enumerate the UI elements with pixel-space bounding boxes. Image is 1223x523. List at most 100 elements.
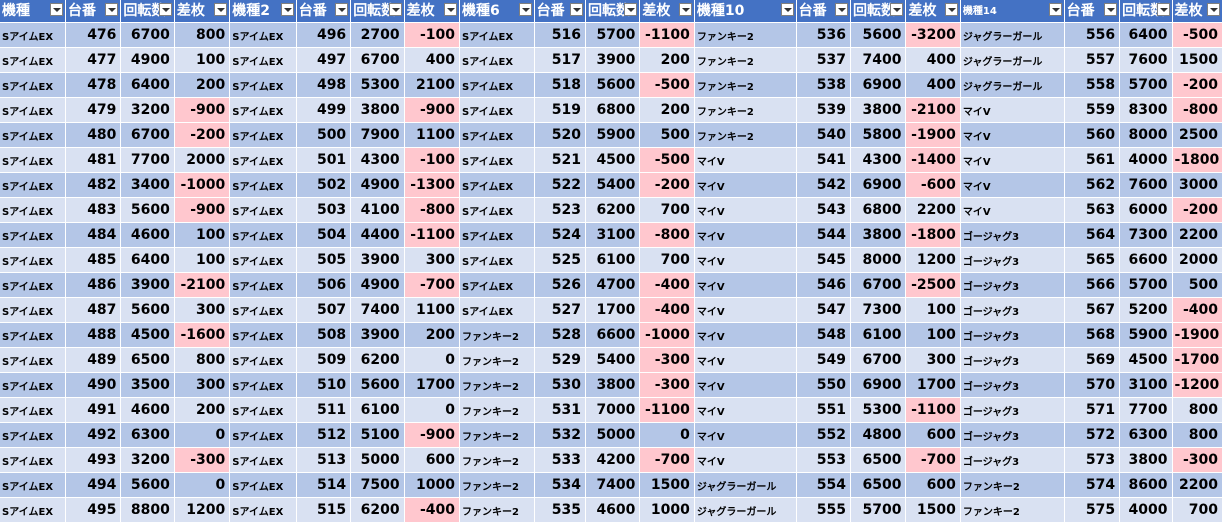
- table-cell[interactable]: 534: [534, 472, 586, 498]
- table-cell[interactable]: -1900: [1172, 322, 1223, 348]
- table-cell[interactable]: 558: [1064, 72, 1121, 98]
- table-cell[interactable]: 1100: [404, 122, 461, 148]
- table-cell[interactable]: ファンキー2: [459, 347, 535, 373]
- table-cell[interactable]: SアイムEX: [459, 72, 535, 98]
- column-header[interactable]: 回転数: [120, 0, 175, 23]
- table-cell[interactable]: SアイムEX: [229, 372, 297, 398]
- table-cell[interactable]: 5600: [350, 372, 405, 398]
- table-cell[interactable]: 0: [174, 422, 231, 448]
- table-cell[interactable]: SアイムEX: [0, 97, 66, 123]
- table-cell[interactable]: 5700: [585, 22, 641, 48]
- table-cell[interactable]: 8800: [120, 497, 175, 523]
- dropdown-filter-icon[interactable]: [1156, 3, 1170, 16]
- table-cell[interactable]: 3000: [1172, 172, 1223, 198]
- table-cell[interactable]: -200: [639, 172, 695, 198]
- table-cell[interactable]: 100: [174, 247, 231, 273]
- table-cell[interactable]: 563: [1064, 197, 1121, 223]
- table-cell[interactable]: マイV: [694, 447, 797, 473]
- column-header[interactable]: 機種: [0, 0, 66, 23]
- dropdown-filter-icon[interactable]: [50, 3, 63, 16]
- table-cell[interactable]: ファンキー2: [459, 397, 535, 423]
- table-cell[interactable]: 4200: [585, 447, 641, 473]
- table-cell[interactable]: 510: [296, 372, 352, 398]
- table-cell[interactable]: 6700: [350, 47, 405, 73]
- table-cell[interactable]: 7600: [1119, 172, 1173, 198]
- table-cell[interactable]: 2000: [174, 147, 231, 173]
- table-cell[interactable]: SアイムEX: [459, 147, 535, 173]
- table-cell[interactable]: 6400: [1119, 22, 1173, 48]
- table-cell[interactable]: -300: [639, 347, 695, 373]
- table-cell[interactable]: 5600: [120, 197, 175, 223]
- dropdown-filter-icon[interactable]: [1104, 3, 1118, 16]
- table-cell[interactable]: ファンキー2: [459, 422, 535, 448]
- dropdown-filter-icon[interactable]: [1207, 3, 1220, 16]
- table-cell[interactable]: SアイムEX: [459, 222, 535, 248]
- table-cell[interactable]: 6500: [120, 347, 175, 373]
- table-cell[interactable]: 0: [404, 397, 461, 423]
- table-cell[interactable]: 488: [65, 322, 122, 348]
- table-cell[interactable]: 545: [796, 247, 852, 273]
- dropdown-filter-icon[interactable]: [780, 3, 794, 16]
- table-cell[interactable]: マイV: [694, 197, 797, 223]
- table-cell[interactable]: 4000: [1119, 497, 1173, 523]
- table-cell[interactable]: -900: [174, 197, 231, 223]
- table-cell[interactable]: SアイムEX: [0, 247, 66, 273]
- table-cell[interactable]: 554: [796, 472, 852, 498]
- table-cell[interactable]: 497: [296, 47, 352, 73]
- table-cell[interactable]: 516: [534, 22, 586, 48]
- table-cell[interactable]: 529: [534, 347, 586, 373]
- table-cell[interactable]: ファンキー2: [694, 122, 797, 148]
- table-cell[interactable]: 1500: [639, 472, 695, 498]
- table-cell[interactable]: SアイムEX: [0, 372, 66, 398]
- table-cell[interactable]: 8000: [1119, 122, 1173, 148]
- table-cell[interactable]: 700: [639, 247, 695, 273]
- table-cell[interactable]: -500: [639, 72, 695, 98]
- table-cell[interactable]: 3500: [120, 372, 175, 398]
- table-cell[interactable]: -100: [404, 147, 461, 173]
- table-cell[interactable]: SアイムEX: [0, 72, 66, 98]
- table-cell[interactable]: 3800: [850, 222, 907, 248]
- table-cell[interactable]: ファンキー2: [694, 72, 797, 98]
- table-cell[interactable]: 2100: [404, 72, 461, 98]
- table-cell[interactable]: -300: [1172, 447, 1223, 473]
- table-cell[interactable]: -1000: [174, 172, 231, 198]
- table-cell[interactable]: 511: [296, 397, 352, 423]
- table-cell[interactable]: 6700: [850, 272, 907, 298]
- table-cell[interactable]: 0: [404, 347, 461, 373]
- table-cell[interactable]: 503: [296, 197, 352, 223]
- table-cell[interactable]: 530: [534, 372, 586, 398]
- table-cell[interactable]: 575: [1064, 497, 1121, 523]
- table-cell[interactable]: -900: [174, 97, 231, 123]
- table-cell[interactable]: SアイムEX: [0, 122, 66, 148]
- table-cell[interactable]: SアイムEX: [0, 347, 66, 373]
- table-cell[interactable]: 200: [639, 47, 695, 73]
- table-cell[interactable]: ゴージャグ3: [960, 222, 1065, 248]
- dropdown-filter-icon[interactable]: [280, 3, 294, 16]
- dropdown-filter-icon[interactable]: [890, 3, 904, 16]
- table-cell[interactable]: SアイムEX: [229, 422, 297, 448]
- table-cell[interactable]: 564: [1064, 222, 1121, 248]
- table-cell[interactable]: -2100: [905, 97, 961, 123]
- dropdown-filter-icon[interactable]: [444, 3, 458, 16]
- table-cell[interactable]: マイV: [694, 272, 797, 298]
- table-cell[interactable]: マイV: [694, 172, 797, 198]
- table-cell[interactable]: -800: [1172, 97, 1223, 123]
- table-cell[interactable]: 3800: [850, 97, 907, 123]
- table-cell[interactable]: 3900: [585, 47, 641, 73]
- table-cell[interactable]: SアイムEX: [0, 47, 66, 73]
- table-cell[interactable]: SアイムEX: [229, 272, 297, 298]
- table-cell[interactable]: 486: [65, 272, 122, 298]
- table-cell[interactable]: SアイムEX: [459, 122, 535, 148]
- column-header[interactable]: 差枚: [905, 0, 961, 23]
- table-cell[interactable]: 495: [65, 497, 122, 523]
- table-cell[interactable]: 300: [404, 247, 461, 273]
- table-cell[interactable]: SアイムEX: [459, 247, 535, 273]
- table-cell[interactable]: 496: [296, 22, 352, 48]
- table-cell[interactable]: 4900: [120, 47, 175, 73]
- table-cell[interactable]: 5700: [1119, 272, 1173, 298]
- table-cell[interactable]: 487: [65, 297, 122, 323]
- table-cell[interactable]: SアイムEX: [229, 197, 297, 223]
- table-cell[interactable]: 4600: [585, 497, 641, 523]
- table-cell[interactable]: SアイムEX: [229, 222, 297, 248]
- table-cell[interactable]: 6700: [850, 347, 907, 373]
